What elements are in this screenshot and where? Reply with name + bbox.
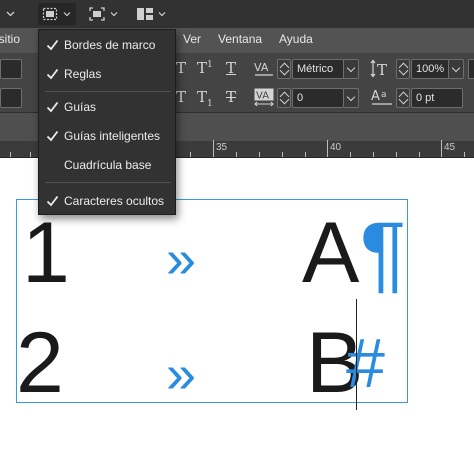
- row1-letter: A: [302, 205, 360, 301]
- tracking-field[interactable]: 0: [292, 88, 344, 108]
- font-style-field[interactable]: [0, 88, 22, 108]
- checkmark-icon: [46, 130, 59, 142]
- screen-mode-icon: [89, 7, 105, 21]
- menu-item-baseline-grid[interactable]: Cuadrícula base: [39, 155, 175, 175]
- checkmark-icon: [46, 101, 59, 113]
- row1-number: 1: [22, 205, 70, 301]
- subscript-icon[interactable]: T1: [197, 88, 213, 109]
- ruler-label: 40: [330, 142, 342, 153]
- kerning-stepper[interactable]: [277, 59, 291, 79]
- tab-marker: »: [166, 229, 197, 289]
- arrange-documents-button[interactable]: [136, 3, 176, 25]
- tracking-dropdown[interactable]: [343, 88, 359, 108]
- menu-item-frame-edges[interactable]: Bordes de marco: [39, 35, 175, 55]
- baseline-shift-icon: A a: [371, 89, 392, 105]
- underline-icon[interactable]: T: [226, 59, 236, 77]
- view-options-button[interactable]: [38, 3, 76, 25]
- svg-text:VA: VA: [254, 61, 269, 74]
- small-caps-icon[interactable]: T: [176, 88, 186, 106]
- kerning-icon: VA: [254, 61, 273, 76]
- menu-item-rulers[interactable]: Reglas: [39, 64, 175, 84]
- menu-item-guides[interactable]: Guías: [39, 97, 175, 117]
- svg-text:A: A: [371, 89, 380, 104]
- menu-window[interactable]: Ventana: [218, 32, 262, 46]
- leading-stepper[interactable]: [396, 59, 410, 79]
- view-options-menu: Bordes de marco Reglas Guías Guías intel…: [38, 29, 176, 215]
- svg-text:VA: VA: [256, 91, 269, 102]
- application-bar: [0, 0, 474, 28]
- leading-dropdown[interactable]: [448, 59, 464, 79]
- menu-separator: [45, 91, 171, 92]
- ruler-label: 45: [444, 142, 456, 153]
- menu-item-label: Bordes de marco: [64, 38, 156, 52]
- menu-item-label: Reglas: [64, 67, 102, 81]
- tracking-icon: VA: [254, 88, 274, 107]
- menu-help[interactable]: Ayuda: [279, 32, 313, 46]
- menu-item-label: Guías: [64, 100, 97, 114]
- superscript-icon[interactable]: T1: [197, 59, 213, 77]
- tracking-stepper[interactable]: [277, 88, 291, 108]
- strikethrough-icon[interactable]: T: [226, 88, 236, 106]
- chevron-down-icon[interactable]: [6, 9, 15, 18]
- checkmark-icon: [46, 39, 59, 51]
- menu-item-smart-guides[interactable]: Guías inteligentes: [39, 126, 175, 146]
- pilcrow-mark: ¶: [360, 205, 407, 301]
- menu-object[interactable]: ositio: [0, 32, 20, 46]
- next-field[interactable]: [468, 59, 474, 79]
- baseline-shift-stepper[interactable]: [396, 88, 410, 108]
- frame-edges-icon: [42, 7, 58, 21]
- menu-item-label: Guías inteligentes: [64, 129, 161, 143]
- font-size-field[interactable]: [0, 59, 22, 79]
- menu-separator: [45, 182, 171, 183]
- menu-item-label: Caracteres ocultos: [64, 194, 165, 208]
- chevron-down-icon: [158, 12, 166, 17]
- chevron-down-icon: [110, 12, 118, 17]
- all-caps-icon[interactable]: T: [176, 59, 186, 77]
- kerning-dropdown[interactable]: [343, 59, 359, 79]
- chevron-down-icon: [63, 12, 71, 17]
- checkmark-icon: [46, 195, 59, 207]
- svg-text:a: a: [381, 90, 387, 100]
- row2-number: 2: [16, 315, 64, 411]
- checkmark-icon: [46, 68, 59, 80]
- tab-marker: »: [166, 344, 197, 404]
- layout-grid-icon: [137, 8, 153, 20]
- ruler-label: 35: [216, 142, 228, 153]
- menu-item-hidden-characters[interactable]: Caracteres ocultos: [39, 191, 175, 211]
- kerning-field[interactable]: Métrico: [292, 59, 344, 79]
- leading-field[interactable]: 100%: [411, 59, 449, 79]
- end-of-story-mark: #: [346, 324, 385, 402]
- leading-icon: T: [370, 59, 387, 78]
- baseline-shift-field[interactable]: 0 pt: [411, 88, 463, 108]
- text-cursor: [356, 299, 357, 410]
- menu-item-label: Cuadrícula base: [64, 158, 152, 172]
- screen-mode-button[interactable]: [88, 3, 128, 25]
- menu-view[interactable]: Ver: [183, 32, 201, 46]
- svg-text:T: T: [377, 61, 387, 78]
